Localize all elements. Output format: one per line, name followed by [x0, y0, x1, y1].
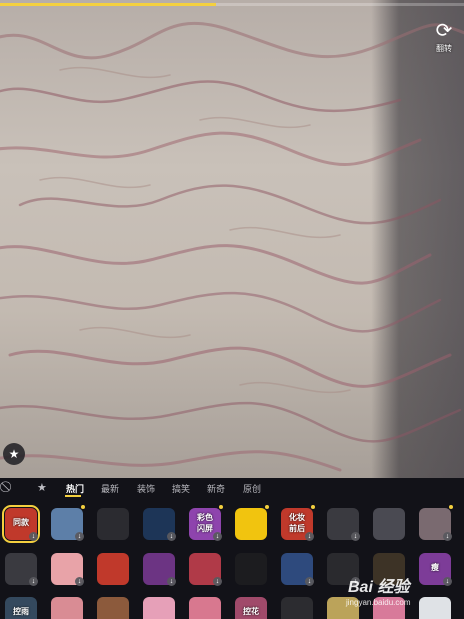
flip-camera-icon: ⟳: [435, 20, 453, 42]
effect-caption: 控雨: [13, 607, 29, 616]
effect-dark-blank[interactable]: [281, 597, 313, 619]
star-icon: ★: [8, 447, 20, 461]
new-badge-dot: [219, 505, 223, 509]
camera-preview[interactable]: [0, 0, 464, 478]
new-badge-dot: [265, 505, 269, 509]
download-icon: ↓: [75, 577, 84, 586]
download-icon: ↓: [29, 532, 38, 541]
tab-original[interactable]: 原创: [243, 482, 261, 495]
download-icon: ↓: [213, 532, 222, 541]
effect-black-text[interactable]: [235, 553, 267, 585]
watermark-brand: Bai 经验: [348, 579, 410, 596]
tab-novelty[interactable]: 新奇: [207, 482, 225, 495]
tab-hot[interactable]: 热门: [66, 482, 84, 495]
download-icon: ↓: [305, 577, 314, 586]
download-icon: ↓: [75, 532, 84, 541]
flip-camera-button[interactable]: ⟳ 翻转: [430, 20, 458, 54]
new-badge-dot: [311, 505, 315, 509]
favorites-star-icon[interactable]: ★: [37, 481, 47, 494]
wood-grain-image: [0, 21, 464, 472]
recording-progress-bar: [0, 3, 464, 6]
new-badge-dot: [449, 505, 453, 509]
active-tab-indicator: [65, 495, 81, 497]
effect-black-mask[interactable]: [97, 508, 129, 540]
new-badge-dot: [81, 505, 85, 509]
download-icon: ↓: [351, 532, 360, 541]
effect-rain-control[interactable]: 控雨: [5, 597, 37, 619]
watermark-url: jingyan.baidu.com: [346, 598, 411, 607]
effect-portrait-frame[interactable]: [97, 597, 129, 619]
flip-camera-label: 翻转: [436, 44, 452, 53]
favorite-star-button[interactable]: ★: [3, 443, 25, 465]
effect-pink-heart[interactable]: [189, 597, 221, 619]
recording-progress-fill: [0, 3, 216, 6]
download-icon: ↓: [213, 577, 222, 586]
tab-decoration[interactable]: 装饰: [137, 482, 155, 495]
effect-pink-flowers[interactable]: [143, 597, 175, 619]
download-icon: ↓: [167, 532, 176, 541]
effect-caption: 同款: [13, 518, 29, 527]
download-icon: ↓: [29, 577, 38, 586]
effect-red-gift[interactable]: [97, 553, 129, 585]
download-icon: ↓: [167, 577, 176, 586]
tab-funny[interactable]: 搞笑: [172, 482, 190, 495]
camera-screen: ⟳ 翻转 ★ ⃠ ★ 热门 最新 装饰 搞笑 新奇 原创 同款↓↓↓彩色 闪屏↓…: [0, 0, 464, 619]
effect-yellow-duck[interactable]: [235, 508, 267, 540]
effect-flower-control[interactable]: 控花: [235, 597, 267, 619]
baidu-watermark: Bai 经验 jingyan.baidu.com: [340, 571, 464, 619]
effect-pink-face-2[interactable]: [51, 597, 83, 619]
download-icon: ↓: [305, 532, 314, 541]
effect-caption: 彩色 闪屏: [197, 513, 213, 533]
effect-caption: 控花: [243, 607, 259, 616]
effects-tab-bar: ⃠ ★ 热门 最新 装饰 搞笑 新奇 原创: [0, 478, 464, 498]
tab-latest[interactable]: 最新: [101, 482, 119, 495]
effect-caption: 化妆 前后: [289, 513, 305, 533]
download-icon: ↓: [443, 532, 452, 541]
effect-dark-portrait[interactable]: [373, 508, 405, 540]
